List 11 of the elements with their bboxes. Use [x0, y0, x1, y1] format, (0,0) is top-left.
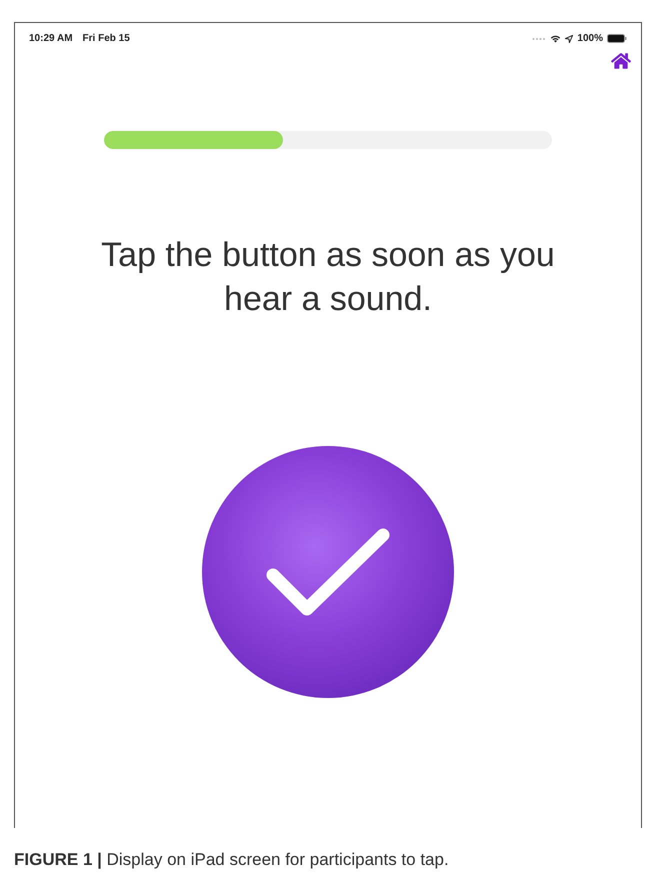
status-time: 10:29 AM — [29, 32, 73, 46]
figure-caption: FIGURE 1 | Display on iPad screen for participants to tap. — [14, 849, 450, 871]
location-icon — [565, 34, 574, 42]
battery-percent: 100% — [577, 32, 603, 46]
home-icon — [611, 52, 631, 70]
instruction-text: Tap the button as soon as you hear a sound. — [100, 235, 556, 320]
home-button[interactable] — [611, 52, 631, 70]
battery-icon — [607, 34, 627, 43]
signal-icon — [532, 36, 546, 40]
wifi-icon — [550, 34, 562, 43]
status-date: Fri Feb 15 — [82, 32, 130, 46]
